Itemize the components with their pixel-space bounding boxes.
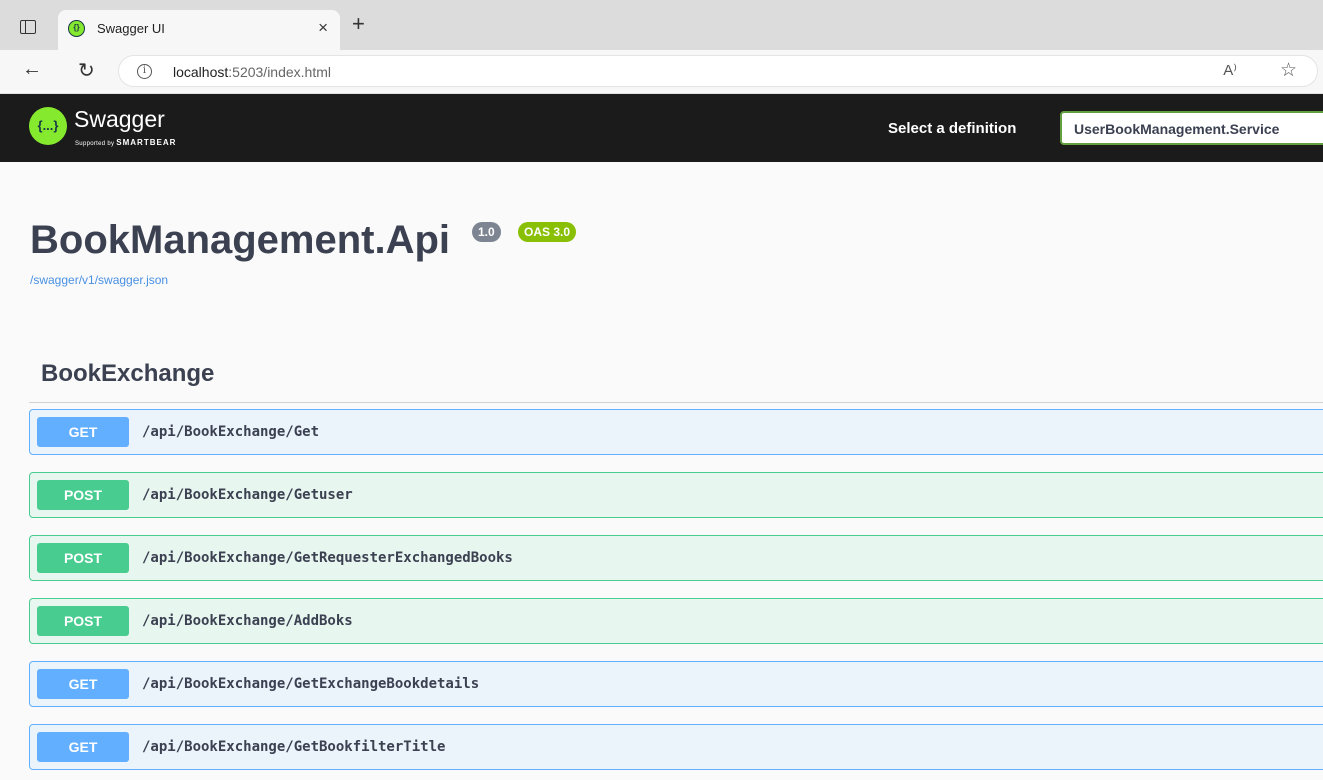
site-info-icon[interactable]: i: [137, 64, 152, 79]
operation-row[interactable]: POST /api/BookExchange/Getuser: [29, 472, 1323, 518]
operation-path: /api/BookExchange/GetExchangeBookdetails: [142, 676, 480, 692]
url-host: localhost: [173, 64, 229, 80]
api-title: BookManagement.Api: [30, 218, 451, 262]
tab-actions-icon[interactable]: [20, 20, 36, 34]
supported-by-prefix: Supported by: [75, 141, 117, 147]
method-badge: GET: [37, 732, 129, 762]
operation-path: /api/BookExchange/Get: [142, 424, 320, 440]
favorite-star-icon[interactable]: ☆: [1280, 59, 1297, 82]
operation-row[interactable]: GET /api/BookExchange/GetExchangeBookdet…: [29, 661, 1323, 707]
read-aloud-icon[interactable]: A⁾: [1223, 61, 1237, 79]
operation-row[interactable]: GET /api/BookExchange/Get: [29, 409, 1323, 455]
section-divider: [29, 402, 1323, 403]
supported-by-text: Supported by SMARTBEAR: [75, 138, 176, 147]
method-badge: POST: [37, 543, 129, 573]
address-bar[interactable]: i localhost:5203/index.html A⁾ ☆: [118, 55, 1318, 87]
method-badge: POST: [37, 480, 129, 510]
url-path: :5203/index.html: [228, 64, 331, 80]
swagger-favicon-icon: {}: [68, 20, 85, 37]
operation-path: /api/BookExchange/Getuser: [142, 487, 353, 503]
operation-row[interactable]: POST /api/BookExchange/AddBoks: [29, 598, 1323, 644]
operation-row[interactable]: POST /api/BookExchange/GetRequesterExcha…: [29, 535, 1323, 581]
new-tab-icon[interactable]: +: [352, 11, 365, 37]
browser-tabstrip: {} Swagger UI × +: [0, 0, 1323, 50]
back-arrow-icon[interactable]: ←: [22, 58, 42, 81]
swagger-logo-text[interactable]: Swagger: [74, 106, 165, 133]
oas-badge: OAS 3.0: [518, 222, 577, 242]
operation-path: /api/BookExchange/GetRequesterExchangedB…: [142, 550, 513, 566]
method-badge: GET: [37, 669, 129, 699]
operation-path: /api/BookExchange/AddBoks: [142, 613, 353, 629]
swagger-topbar: {...} Swagger Supported by SMARTBEAR Sel…: [0, 94, 1323, 162]
version-badge: 1.0: [472, 222, 501, 242]
tab-title: Swagger UI: [97, 21, 165, 36]
reload-icon[interactable]: ↻: [78, 58, 95, 83]
url-text[interactable]: localhost:5203/index.html: [173, 64, 331, 80]
method-badge: GET: [37, 417, 129, 447]
operation-path: /api/BookExchange/GetBookfilterTitle: [142, 739, 446, 755]
browser-tab[interactable]: {} Swagger UI ×: [58, 10, 340, 50]
operation-row[interactable]: GET /api/BookExchange/GetBookfilterTitle: [29, 724, 1323, 770]
close-tab-icon[interactable]: ×: [318, 18, 328, 38]
swagger-logo-icon[interactable]: {...}: [29, 107, 67, 145]
tag-section-title[interactable]: BookExchange: [41, 360, 214, 388]
method-badge: POST: [37, 606, 129, 636]
browser-toolbar: ← ↻ i localhost:5203/index.html A⁾ ☆: [0, 50, 1323, 94]
smartbear-text: SMARTBEAR: [116, 138, 177, 147]
spec-json-link[interactable]: /swagger/v1/swagger.json: [30, 273, 168, 287]
definition-select[interactable]: UserBookManagement.Service: [1060, 111, 1323, 145]
definition-label: Select a definition: [888, 120, 1017, 137]
